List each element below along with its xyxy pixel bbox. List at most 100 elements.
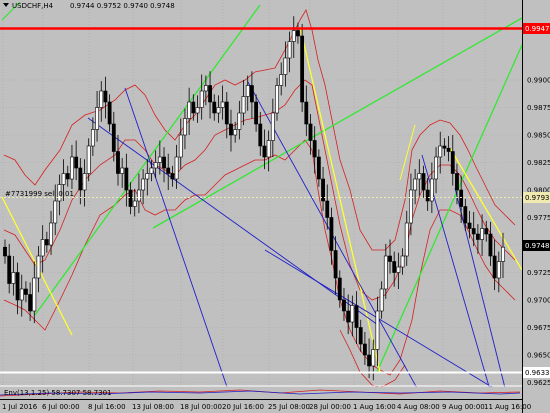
candle-body xyxy=(36,255,41,279)
y-tick-label: 0.9625 xyxy=(527,379,550,387)
candle-body xyxy=(149,167,154,174)
candle-body xyxy=(216,107,221,114)
candle-body xyxy=(467,222,472,229)
candle-body xyxy=(183,118,187,136)
candle-body xyxy=(99,90,104,108)
candle-body xyxy=(103,90,108,103)
price-chart[interactable]: #7731999 sell 0.01 Env(13,1.25) 58.7307 … xyxy=(0,0,550,413)
candle-body xyxy=(367,354,371,367)
candle-body xyxy=(501,246,505,262)
candle-body xyxy=(425,189,430,202)
candle-body xyxy=(233,129,238,136)
candle-body xyxy=(329,217,334,251)
chart-header: USDCHF,H4 0.9744 0.9752 0.9740 0.9748 xyxy=(3,2,175,10)
candle-body xyxy=(371,349,376,367)
x-tick-label: 18 Jul 00:00 xyxy=(180,403,222,411)
symbol-timeframe: USDCHF,H4 xyxy=(12,2,54,10)
candle-body xyxy=(32,277,37,312)
candle-body xyxy=(157,156,162,163)
candle-body xyxy=(475,233,480,240)
candle-body xyxy=(480,228,484,240)
candle-body xyxy=(417,173,422,180)
candle-body xyxy=(241,96,246,114)
candle-body xyxy=(337,277,342,301)
candle-body xyxy=(61,173,66,185)
candle-body xyxy=(450,151,455,174)
candle-body xyxy=(455,173,459,191)
candle-body xyxy=(170,173,175,180)
y-tick-label: 0.9850 xyxy=(527,132,550,140)
x-tick-label: 4 Aug 08:00 xyxy=(397,403,440,411)
candle-body xyxy=(15,272,20,301)
candle-body xyxy=(308,123,313,141)
candle-body xyxy=(90,129,95,147)
candle-body xyxy=(153,162,158,169)
y-tick-label: 0.9725 xyxy=(527,269,550,277)
candle-body xyxy=(296,30,300,37)
x-tick-label: 13 Jul 08:00 xyxy=(132,403,174,411)
candle-body xyxy=(44,239,49,246)
candle-body xyxy=(128,189,133,207)
x-tick-label: 9 Aug 00:00 xyxy=(442,403,485,411)
candle-body xyxy=(354,305,359,328)
candle-body xyxy=(379,288,384,312)
candle-body xyxy=(208,85,212,103)
candle-body xyxy=(350,305,355,323)
x-tick-label: 20 Jul 16:00 xyxy=(222,403,264,411)
candle-body xyxy=(270,112,275,141)
candle-body xyxy=(199,90,204,108)
candle-body xyxy=(362,343,367,356)
candle-body xyxy=(86,145,91,174)
ohlc-values: 0.9744 0.9752 0.9740 0.9748 xyxy=(70,2,175,10)
x-tick-label: 28 Jul 00:00 xyxy=(309,403,351,411)
y-tick-label: 0.9650 xyxy=(527,352,550,360)
candle-body xyxy=(312,140,317,158)
x-tick-label: 8 Jul 16:00 xyxy=(88,403,126,411)
candle-body xyxy=(28,294,33,312)
candle-body xyxy=(137,189,141,202)
svg-text:0.9633: 0.9633 xyxy=(525,369,550,377)
candle-body xyxy=(124,167,129,191)
candle-body xyxy=(488,233,493,257)
candle-body xyxy=(333,250,338,279)
candle-body xyxy=(174,156,179,180)
y-tick-label: 0.9700 xyxy=(527,297,550,305)
candle-body xyxy=(229,123,233,136)
indicator-subwindow: Env(13,1.25) 58.7307 58.7301 xyxy=(0,385,522,399)
candle-body xyxy=(7,255,12,284)
candle-body xyxy=(446,147,451,152)
candle-body xyxy=(442,145,447,149)
candle-body xyxy=(212,101,217,114)
candle-body xyxy=(224,101,229,125)
candle-body xyxy=(120,167,125,174)
candle-body xyxy=(237,112,242,130)
svg-text:0.9748: 0.9748 xyxy=(525,242,550,250)
candle-body xyxy=(325,200,330,218)
y-tick-label: 0.9675 xyxy=(527,324,550,332)
candle-body xyxy=(413,178,418,191)
candle-body xyxy=(191,101,196,114)
candle-body xyxy=(346,310,351,323)
candle-body xyxy=(203,85,208,92)
candle-body xyxy=(258,123,263,147)
svg-text:0.9947: 0.9947 xyxy=(525,25,550,33)
order-label: #7731999 sell 0.01 xyxy=(5,190,74,198)
candle-body xyxy=(49,222,53,246)
candle-body xyxy=(70,156,74,180)
candle-body xyxy=(471,228,476,235)
candle-body xyxy=(342,299,346,312)
candle-body xyxy=(132,200,137,207)
candle-body xyxy=(358,327,363,345)
candle-body xyxy=(254,101,258,125)
candle-body xyxy=(40,239,45,257)
candle-body xyxy=(187,101,192,119)
candle-body xyxy=(166,167,171,174)
candle-body xyxy=(279,74,284,86)
candle-body xyxy=(400,255,405,268)
price-label-white: 0.9633 xyxy=(523,367,550,378)
x-tick-label: 6 Jul 00:00 xyxy=(42,403,80,411)
candle-body xyxy=(3,246,7,257)
candle-body xyxy=(78,167,83,191)
candle-body xyxy=(316,156,321,180)
candle-body xyxy=(250,85,254,103)
